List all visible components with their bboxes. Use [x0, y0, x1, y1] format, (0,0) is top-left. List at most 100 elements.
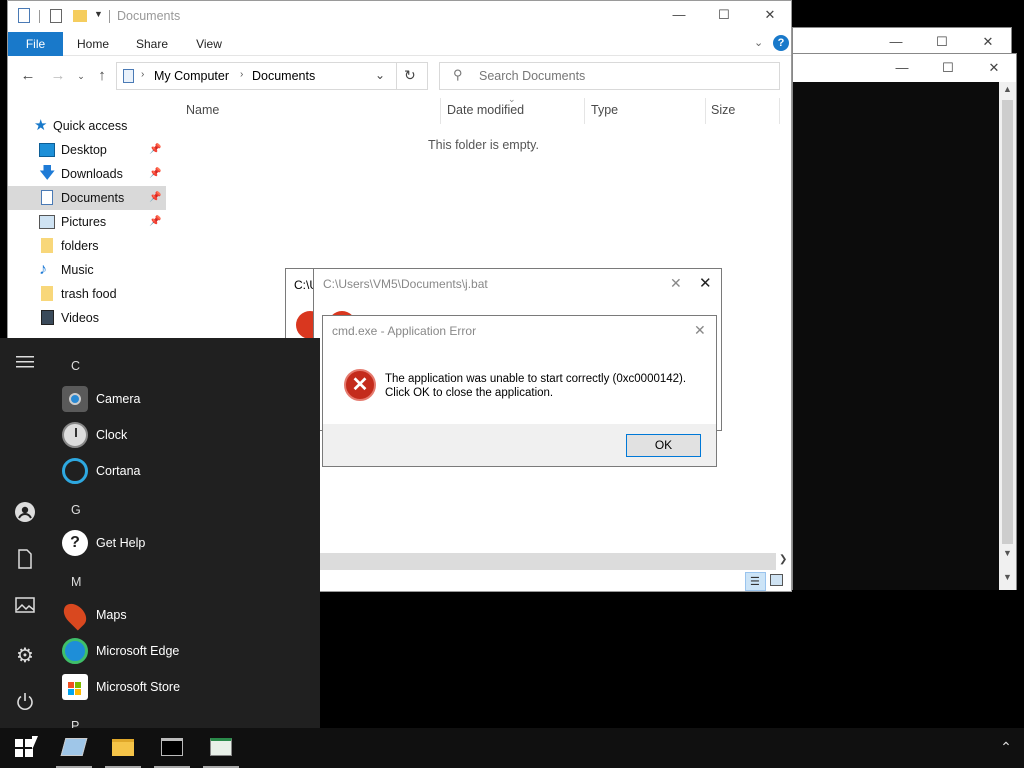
taskbar-command-prompt[interactable]	[151, 728, 193, 768]
nav-item-trash-food[interactable]: trash food	[8, 282, 166, 306]
tab-file[interactable]: File	[8, 32, 63, 56]
horizontal-scrollbar[interactable]	[320, 553, 776, 570]
address-bar[interactable]: › My Computer › Documents ⌄ ↻	[116, 62, 428, 90]
app-maps[interactable]: Maps	[59, 597, 312, 633]
column-separator[interactable]	[705, 98, 706, 124]
separator	[109, 10, 110, 23]
taskbar-app-1[interactable]	[53, 728, 95, 768]
forward-button[interactable]: →	[48, 67, 68, 85]
console-window: — ☐ ✕ ▲ ▼ ▼	[792, 53, 1017, 590]
app-cortana[interactable]: Cortana	[62, 453, 312, 489]
user-account-icon[interactable]	[13, 501, 37, 525]
app-camera[interactable]: Camera	[62, 381, 312, 417]
document-icon	[18, 8, 30, 23]
pin-icon[interactable]: 📌	[149, 162, 161, 186]
video-icon	[41, 310, 54, 325]
letter-header-m[interactable]: M	[71, 575, 81, 589]
breadcrumb-my-computer[interactable]: My Computer	[154, 69, 229, 83]
scroll-thumb[interactable]	[1002, 100, 1013, 544]
pin-icon[interactable]: 📌	[149, 138, 161, 162]
nav-item-videos[interactable]: Videos	[8, 306, 166, 330]
close-button[interactable]: ✕	[670, 275, 682, 292]
nav-item-desktop[interactable]: Desktop 📌	[8, 138, 166, 162]
maximize-button[interactable]: ☐	[925, 54, 971, 82]
dialog-title: cmd.exe - Application Error	[332, 324, 477, 338]
hamburger-menu-icon[interactable]	[13, 355, 37, 379]
tab-view[interactable]: View	[184, 32, 234, 56]
large-icons-view-button[interactable]	[770, 574, 783, 586]
letter-header-p[interactable]: P	[71, 719, 79, 728]
close-button[interactable]: ✕	[747, 1, 793, 29]
up-button[interactable]: ↑	[92, 67, 112, 85]
close-button[interactable]: ✕	[699, 274, 712, 292]
power-icon[interactable]	[13, 692, 37, 716]
app-microsoft-store[interactable]: Microsoft Store	[62, 669, 312, 705]
column-name[interactable]: Name	[186, 98, 219, 122]
tab-share[interactable]: Share	[126, 32, 178, 56]
refresh-icon[interactable]: ↻	[404, 67, 416, 84]
start-button[interactable]	[0, 728, 48, 768]
show-hidden-icons-button[interactable]: ⌃	[996, 739, 1016, 757]
chevron-right-icon: ›	[141, 69, 145, 80]
start-rail: ⚙	[0, 338, 50, 728]
close-button[interactable]: ✕	[965, 28, 1011, 56]
dialog-titlebar: cmd.exe - Application Error ✕	[323, 316, 716, 346]
ok-button[interactable]: OK	[626, 434, 701, 457]
search-input[interactable]: ⚲ Search Documents	[439, 62, 780, 90]
expand-ribbon-icon[interactable]: ⌄	[754, 36, 763, 49]
maximize-button[interactable]: ☐	[701, 1, 747, 29]
scroll-down-icon[interactable]: ▼	[1003, 548, 1012, 558]
folder-icon	[41, 286, 53, 301]
minimize-button[interactable]: —	[879, 54, 925, 82]
maximize-button[interactable]: ☐	[919, 28, 965, 56]
properties-icon[interactable]	[50, 9, 62, 23]
column-size[interactable]: Size	[711, 98, 735, 122]
nav-item-folders[interactable]: folders	[8, 234, 166, 258]
nav-item-documents[interactable]: Documents 📌	[8, 186, 166, 210]
qat-dropdown-icon[interactable]: ▼	[94, 9, 103, 19]
back-button[interactable]: ←	[18, 67, 38, 85]
scroll-up-icon[interactable]: ▲	[1003, 84, 1012, 94]
document-window-icon	[210, 738, 232, 756]
new-folder-icon[interactable]	[73, 10, 87, 22]
documents-icon[interactable]	[13, 549, 37, 573]
folder-icon	[41, 238, 53, 253]
console-scrollbar[interactable]: ▲ ▼ ▼	[999, 82, 1016, 590]
app-clock[interactable]: Clock	[62, 417, 312, 453]
chevron-down-icon[interactable]: ⌄	[375, 68, 385, 82]
nav-item-pictures[interactable]: Pictures 📌	[8, 210, 166, 234]
pin-icon[interactable]: 📌	[149, 186, 161, 210]
nav-item-music[interactable]: ♪ Music	[8, 258, 166, 282]
separator	[396, 63, 397, 89]
minimize-button[interactable]: —	[656, 1, 702, 29]
column-type[interactable]: Type	[591, 98, 618, 122]
app-get-help[interactable]: ? Get Help	[62, 525, 312, 561]
settings-gear-icon[interactable]: ⚙	[13, 644, 37, 668]
edge-icon	[62, 638, 88, 664]
nav-item-downloads[interactable]: 🡇 Downloads 📌	[8, 162, 166, 186]
minimize-button[interactable]: —	[873, 28, 919, 56]
taskbar: ⌃	[0, 728, 1024, 768]
recent-dropdown-icon[interactable]: ⌄	[71, 67, 91, 85]
column-separator[interactable]	[584, 98, 585, 124]
column-separator[interactable]	[779, 98, 780, 124]
close-button[interactable]: ✕	[971, 54, 1017, 82]
nav-item-quick-access[interactable]: ★ Quick access	[8, 114, 166, 138]
details-view-button[interactable]: ☰	[745, 572, 766, 591]
separator	[39, 10, 40, 23]
help-icon[interactable]: ?	[773, 35, 789, 51]
scroll-down-icon[interactable]: ▼	[1003, 572, 1012, 582]
pin-icon[interactable]: 📌	[149, 210, 161, 234]
app-microsoft-edge[interactable]: Microsoft Edge	[62, 633, 312, 669]
letter-header-c[interactable]: C	[71, 359, 80, 373]
letter-header-g[interactable]: G	[71, 503, 81, 517]
taskbar-app-4[interactable]	[200, 728, 242, 768]
pictures-icon[interactable]	[13, 597, 37, 621]
close-button[interactable]: ✕	[694, 322, 706, 339]
column-separator[interactable]	[440, 98, 441, 124]
scroll-right-icon[interactable]: ❯	[779, 554, 787, 565]
error-message-line2: Click OK to close the application.	[385, 387, 554, 399]
tab-home[interactable]: Home	[68, 32, 118, 56]
taskbar-file-explorer[interactable]	[102, 728, 144, 768]
breadcrumb-documents[interactable]: Documents	[252, 69, 315, 83]
